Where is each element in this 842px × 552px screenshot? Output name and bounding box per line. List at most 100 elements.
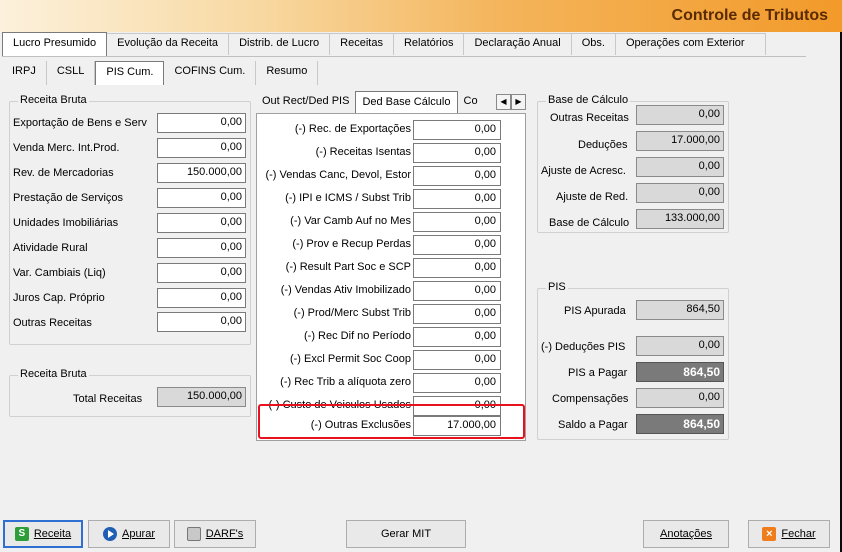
outras-receitas-label: Outras Receitas: [13, 317, 92, 329]
deduction-field[interactable]: 0,00: [413, 166, 501, 186]
juros-cap-proprio-label: Juros Cap. Próprio: [13, 292, 105, 304]
prestacao-servicos-field[interactable]: 0,00: [157, 188, 246, 208]
main-tabs: Lucro Presumido Evolução da Receita Dist…: [2, 32, 766, 56]
tab-operacoes-exterior[interactable]: Operações com Exterior: [615, 33, 766, 55]
deduction-row: (-) Vendas Ativ Imobilizado 0,00: [257, 279, 527, 301]
receita-button-label: Receita: [33, 528, 72, 540]
deduction-field[interactable]: 0,00: [413, 373, 501, 393]
deduction-row: (-) Prod/Merc Subst Trib 0,00: [257, 302, 527, 324]
saldo-a-pagar-field: 864,50: [636, 414, 724, 434]
gerar-mit-button-label: Gerar MIT: [380, 528, 432, 540]
base-calculo-legend: Base de Cálculo: [546, 94, 631, 106]
deductions-tabs: Out Rect/Ded PIS Ded Base Cálculo Co: [256, 91, 484, 113]
deduction-label: (-) Prov e Recup Perdas: [292, 238, 411, 250]
ajuste-acresc-field: 0,00: [636, 157, 724, 177]
pis-legend: PIS: [546, 281, 568, 293]
tab-co[interactable]: Co: [458, 91, 484, 113]
sub-tabs: IRPJ CSLL PIS Cum. COFINS Cum. Resumo: [2, 61, 319, 85]
compensacoes-label: Compensações: [552, 393, 629, 405]
deduction-label: (-) Rec Trib a alíquota zero: [280, 376, 411, 388]
deduction-label: (-) IPI e ICMS / Subst Trib: [285, 192, 411, 204]
apurar-button[interactable]: Apurar: [88, 520, 170, 548]
deduction-label: (-) Excl Permit Soc Coop: [289, 353, 411, 365]
deduction-field[interactable]: 0,00: [413, 327, 501, 347]
deduction-row: (-) Excl Permit Soc Coop 0,00: [257, 348, 527, 370]
deduction-label: (-) Rec Dif no Período: [304, 330, 411, 342]
deduction-row: (-) Result Part Soc e SCP 0,00: [257, 256, 527, 278]
tab-resumo[interactable]: Resumo: [256, 61, 319, 85]
fechar-button[interactable]: × Fechar: [748, 520, 830, 548]
fechar-button-label: Fechar: [781, 528, 816, 540]
orange-x-icon: ×: [762, 527, 777, 541]
unidades-imobiliarias-label: Unidades Imobiliárias: [13, 217, 119, 229]
deducoes-pis-label: (-) Deduções PIS: [541, 341, 626, 353]
deduction-field[interactable]: 0,00: [413, 120, 501, 140]
tab-csll[interactable]: CSLL: [47, 61, 96, 85]
tab-receitas[interactable]: Receitas: [330, 33, 394, 55]
rev-mercadorias-field[interactable]: 150.000,00: [157, 163, 246, 183]
deduction-field[interactable]: 0,00: [413, 235, 501, 255]
exportacao-label: Exportação de Bens e Serv: [13, 117, 147, 129]
deduction-row: (-) Vendas Canc, Devol, Estor 0,00: [257, 164, 527, 186]
title-bar: Controle de Tributos: [0, 0, 842, 32]
deduction-field[interactable]: 0,00: [413, 212, 501, 232]
deduction-field[interactable]: 0,00: [413, 189, 501, 209]
blue-play-icon: [102, 527, 117, 541]
deduction-row: (-) Receitas Isentas 0,00: [257, 141, 527, 163]
atividade-rural-field[interactable]: 0,00: [157, 238, 246, 258]
deduction-row: (-) Rec Trib a alíquota zero 0,00: [257, 371, 527, 393]
tab-out-rect-ded-pis[interactable]: Out Rect/Ded PIS: [256, 91, 355, 113]
receita-bruta-legend: Receita Bruta: [18, 94, 89, 106]
tab-pis-cum[interactable]: PIS Cum.: [95, 61, 165, 85]
deduction-label: (-) Vendas Canc, Devol, Estor: [265, 169, 411, 181]
bottom-toolbar: S Receita Apurar DARF's Gerar MIT Anotaç…: [0, 519, 842, 552]
tab-evolucao-receita[interactable]: Evolução da Receita: [107, 33, 230, 55]
outras-exclusoes-highlight: [258, 404, 525, 439]
deducoes-field: 17.000,00: [636, 131, 724, 151]
tab-obs[interactable]: Obs.: [571, 33, 616, 55]
tab-distrib-lucro[interactable]: Distrib. de Lucro: [229, 33, 331, 55]
deduction-field[interactable]: 0,00: [413, 143, 501, 163]
pis-apurada-label: PIS Apurada: [564, 305, 626, 317]
tab-divider: [2, 56, 806, 57]
receita-button[interactable]: S Receita: [3, 520, 83, 548]
deducoes-label: Deduções: [578, 139, 628, 151]
var-cambiais-label: Var. Cambiais (Liq): [13, 267, 106, 279]
deduction-label: (-) Receitas Isentas: [315, 146, 411, 158]
exportacao-field[interactable]: 0,00: [157, 113, 246, 133]
tab-scroll-right-icon[interactable]: ▶: [511, 94, 526, 110]
window-title: Controle de Tributos: [671, 7, 828, 24]
apurar-button-label: Apurar: [121, 528, 156, 540]
tab-scroller: ◀ ▶: [496, 94, 526, 110]
tab-irpj[interactable]: IRPJ: [2, 61, 47, 85]
venda-merc-field[interactable]: 0,00: [157, 138, 246, 158]
deduction-label: (-) Result Part Soc e SCP: [285, 261, 411, 273]
tab-relatorios[interactable]: Relatórios: [393, 33, 465, 55]
deduction-label: (-) Vendas Ativ Imobilizado: [280, 284, 411, 296]
deduction-label: (-) Prod/Merc Subst Trib: [293, 307, 411, 319]
darfs-button[interactable]: DARF's: [174, 520, 256, 548]
tab-lucro-presumido[interactable]: Lucro Presumido: [2, 32, 108, 56]
deduction-field[interactable]: 0,00: [413, 281, 501, 301]
juros-cap-proprio-field[interactable]: 0,00: [157, 288, 246, 308]
var-cambiais-field[interactable]: 0,00: [157, 263, 246, 283]
outras-receitas-bc-field: 0,00: [636, 105, 724, 125]
tab-scroll-left-icon[interactable]: ◀: [496, 94, 511, 110]
gerar-mit-button[interactable]: Gerar MIT: [346, 520, 466, 548]
deduction-label: (-) Var Camb Auf no Mes: [290, 215, 411, 227]
deduction-field[interactable]: 0,00: [413, 350, 501, 370]
tab-cofins-cum[interactable]: COFINS Cum.: [164, 61, 257, 85]
tab-declaracao-anual[interactable]: Declaração Anual: [464, 33, 572, 55]
deduction-field[interactable]: 0,00: [413, 304, 501, 324]
green-s-icon: S: [14, 527, 29, 541]
pis-apurada-field: 864,50: [636, 300, 724, 320]
outras-receitas-field[interactable]: 0,00: [157, 312, 246, 332]
ajuste-red-field: 0,00: [636, 183, 724, 203]
tab-ded-base-calculo[interactable]: Ded Base Cálculo: [355, 91, 458, 113]
deductions-panel: Out Rect/Ded PIS Ded Base Cálculo Co ◀ ▶…: [256, 91, 526, 441]
deduction-field[interactable]: 0,00: [413, 258, 501, 278]
outras-receitas-bc-label: Outras Receitas: [550, 112, 629, 124]
deductions-body: (-) Rec. de Exportações 0,00 (-) Receita…: [256, 113, 526, 441]
unidades-imobiliarias-field[interactable]: 0,00: [157, 213, 246, 233]
anotacoes-button[interactable]: Anotações: [643, 520, 729, 548]
